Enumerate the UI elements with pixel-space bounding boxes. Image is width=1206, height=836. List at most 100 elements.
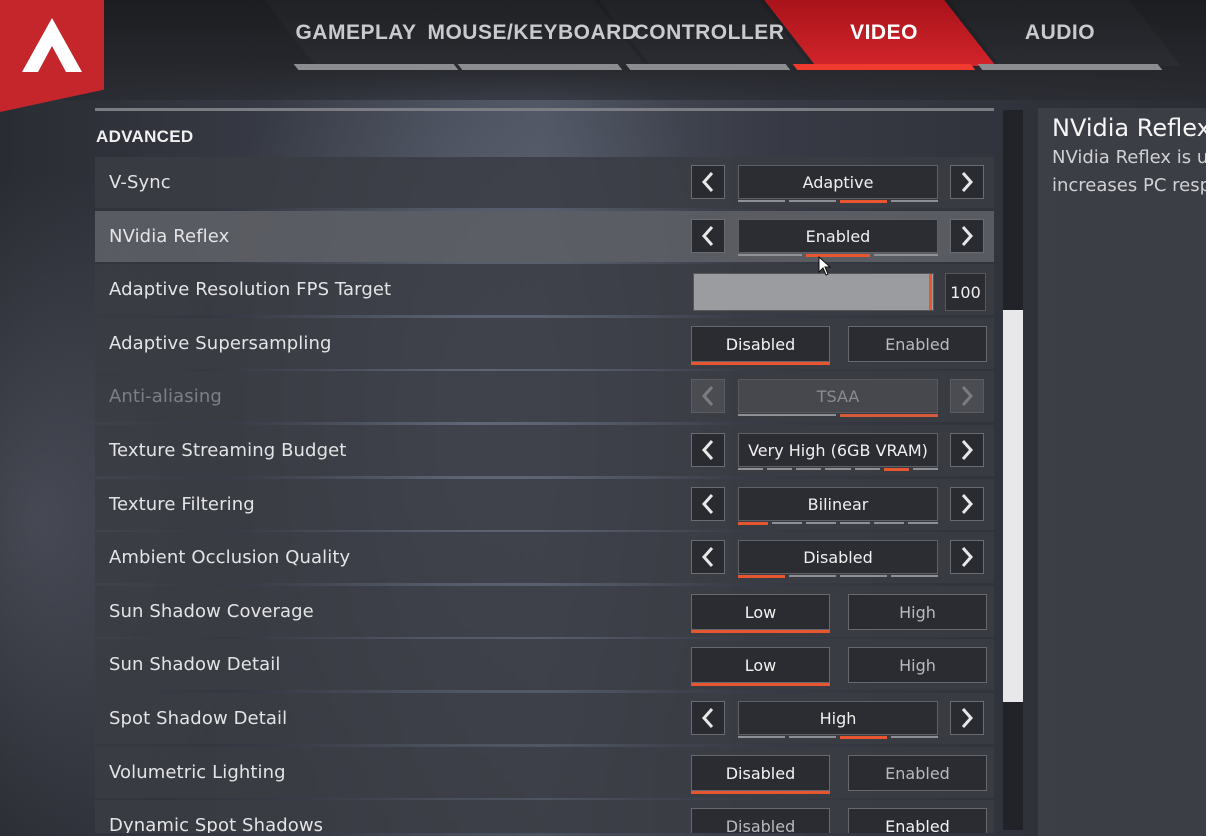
option-indicator-segment bbox=[772, 522, 802, 524]
chevron-right-icon bbox=[961, 226, 974, 246]
toggle-option-low[interactable]: Low bbox=[691, 594, 830, 633]
setting-label: Texture Streaming Budget bbox=[109, 440, 347, 461]
setting-row: Anti-aliasing TSAA bbox=[95, 371, 994, 422]
option-indicator-segment bbox=[840, 200, 887, 203]
option-indicator-segment bbox=[767, 468, 793, 470]
tab-controller[interactable]: CONTROLLER bbox=[634, 0, 784, 66]
setting-label: Adaptive Resolution FPS Target bbox=[109, 279, 392, 300]
toggle-option-high[interactable]: High bbox=[848, 647, 987, 683]
prev-option-button[interactable] bbox=[691, 540, 725, 574]
setting-row[interactable]: Ambient Occlusion Quality Disabled bbox=[95, 532, 994, 583]
setting-value: TSAA bbox=[738, 379, 938, 413]
setting-row[interactable]: Adaptive Resolution FPS Target 100 bbox=[95, 264, 994, 315]
chevron-right-icon bbox=[961, 494, 974, 514]
setting-row[interactable]: V-Sync Adaptive bbox=[95, 157, 994, 208]
info-title: NVidia Reflex bbox=[1052, 114, 1206, 142]
slider-handle[interactable] bbox=[929, 274, 932, 310]
setting-value: Disabled bbox=[738, 540, 938, 574]
option-indicator bbox=[738, 575, 938, 578]
chevron-left-icon bbox=[701, 386, 714, 406]
option-indicator-segment bbox=[796, 468, 822, 470]
option-indicator bbox=[738, 522, 938, 525]
toggle-option-low[interactable]: Low bbox=[691, 647, 830, 686]
setting-label: Texture Filtering bbox=[109, 494, 255, 515]
prev-option-button[interactable] bbox=[691, 219, 725, 253]
setting-row[interactable]: NVidia Reflex Enabled bbox=[95, 211, 994, 262]
scrollbar-thumb[interactable] bbox=[1003, 310, 1023, 702]
setting-row[interactable]: Volumetric Lighting Disabled Enabled bbox=[95, 747, 994, 798]
option-indicator-segment bbox=[891, 736, 938, 738]
option-indicator-segment bbox=[854, 468, 880, 470]
option-indicator bbox=[738, 200, 938, 203]
toggle-option-disabled[interactable]: Disabled bbox=[691, 326, 830, 365]
setting-value: Adaptive bbox=[738, 165, 938, 199]
mouse-pointer-icon bbox=[818, 256, 832, 276]
setting-label: Dynamic Spot Shadows bbox=[109, 815, 324, 833]
setting-label: NVidia Reflex bbox=[109, 226, 230, 247]
option-indicator bbox=[738, 254, 938, 257]
option-indicator-segment bbox=[738, 254, 802, 256]
option-indicator-segment bbox=[840, 736, 887, 739]
option-indicator-segment bbox=[806, 522, 836, 524]
option-indicator-segment bbox=[874, 522, 904, 524]
option-indicator-segment bbox=[840, 414, 938, 417]
next-option-button[interactable] bbox=[950, 433, 984, 467]
option-indicator-segment bbox=[789, 736, 836, 738]
setting-row[interactable]: Texture Filtering Bilinear bbox=[95, 479, 994, 530]
tab-video[interactable]: VIDEO bbox=[820, 0, 948, 66]
option-indicator-segment bbox=[738, 414, 836, 416]
option-indicator-segment bbox=[738, 522, 768, 525]
next-option-button[interactable] bbox=[950, 219, 984, 253]
setting-row[interactable]: Dynamic Spot Shadows Disabled Enabled bbox=[95, 800, 994, 833]
prev-option-button[interactable] bbox=[691, 433, 725, 467]
option-indicator-segment bbox=[883, 468, 909, 471]
option-indicator-segment bbox=[738, 200, 785, 202]
next-option-button[interactable] bbox=[950, 487, 984, 521]
setting-value: High bbox=[738, 701, 938, 735]
option-indicator bbox=[738, 468, 938, 471]
option-indicator-segment bbox=[738, 736, 785, 738]
setting-row[interactable]: Texture Streaming Budget Very High (6GB V… bbox=[95, 425, 994, 476]
toggle-option-high[interactable]: High bbox=[848, 594, 987, 630]
fps-target-slider[interactable] bbox=[693, 273, 934, 311]
settings-list: V-Sync Adaptive NVidia Reflex Enabled Adapti… bbox=[95, 157, 996, 833]
option-indicator bbox=[738, 414, 938, 417]
chevron-left-icon bbox=[701, 440, 714, 460]
toggle-option-disabled[interactable]: Disabled bbox=[691, 808, 830, 833]
toggle-option-enabled[interactable]: Enabled bbox=[848, 326, 987, 362]
setting-row[interactable]: Sun Shadow Coverage Low High bbox=[95, 586, 994, 637]
prev-option-button bbox=[691, 379, 725, 413]
setting-row[interactable]: Adaptive Supersampling Disabled Enabled bbox=[95, 318, 994, 369]
toggle-option-enabled[interactable]: Enabled bbox=[848, 755, 987, 791]
setting-value: Enabled bbox=[738, 219, 938, 253]
setting-value: Bilinear bbox=[738, 487, 938, 521]
chevron-left-icon bbox=[701, 708, 714, 728]
option-indicator-segment bbox=[891, 575, 938, 577]
slider-value: 100 bbox=[945, 273, 986, 311]
chevron-right-icon bbox=[961, 440, 974, 460]
option-indicator-segment bbox=[806, 254, 870, 257]
option-indicator-segment bbox=[840, 522, 870, 524]
tab-mouse-keyboard[interactable]: MOUSE/KEYBOARD bbox=[427, 0, 637, 66]
prev-option-button[interactable] bbox=[691, 487, 725, 521]
option-indicator-segment bbox=[789, 200, 836, 202]
setting-label: Adaptive Supersampling bbox=[109, 333, 332, 354]
toggle-option-enabled[interactable]: Enabled bbox=[848, 808, 987, 833]
apex-logo-icon bbox=[22, 18, 82, 72]
chevron-right-icon bbox=[961, 172, 974, 192]
info-panel: NVidia Reflex NVidia Reflex is us increa… bbox=[1038, 108, 1206, 836]
next-option-button[interactable] bbox=[950, 165, 984, 199]
tab-audio[interactable]: AUDIO bbox=[1000, 0, 1120, 66]
prev-option-button[interactable] bbox=[691, 165, 725, 199]
option-indicator-segment bbox=[789, 575, 836, 577]
chevron-left-icon bbox=[701, 226, 714, 246]
option-indicator-segment bbox=[738, 575, 785, 578]
prev-option-button[interactable] bbox=[691, 701, 725, 735]
settings-panel: ADVANCED V-Sync Adaptive NVidia Reflex Enab… bbox=[95, 108, 996, 833]
setting-row[interactable]: Sun Shadow Detail Low High bbox=[95, 639, 994, 690]
setting-row[interactable]: Spot Shadow Detail High bbox=[95, 693, 994, 744]
next-option-button[interactable] bbox=[950, 540, 984, 574]
tab-gameplay[interactable]: GAMEPLAY bbox=[290, 0, 422, 66]
toggle-option-disabled[interactable]: Disabled bbox=[691, 755, 830, 794]
next-option-button[interactable] bbox=[950, 701, 984, 735]
